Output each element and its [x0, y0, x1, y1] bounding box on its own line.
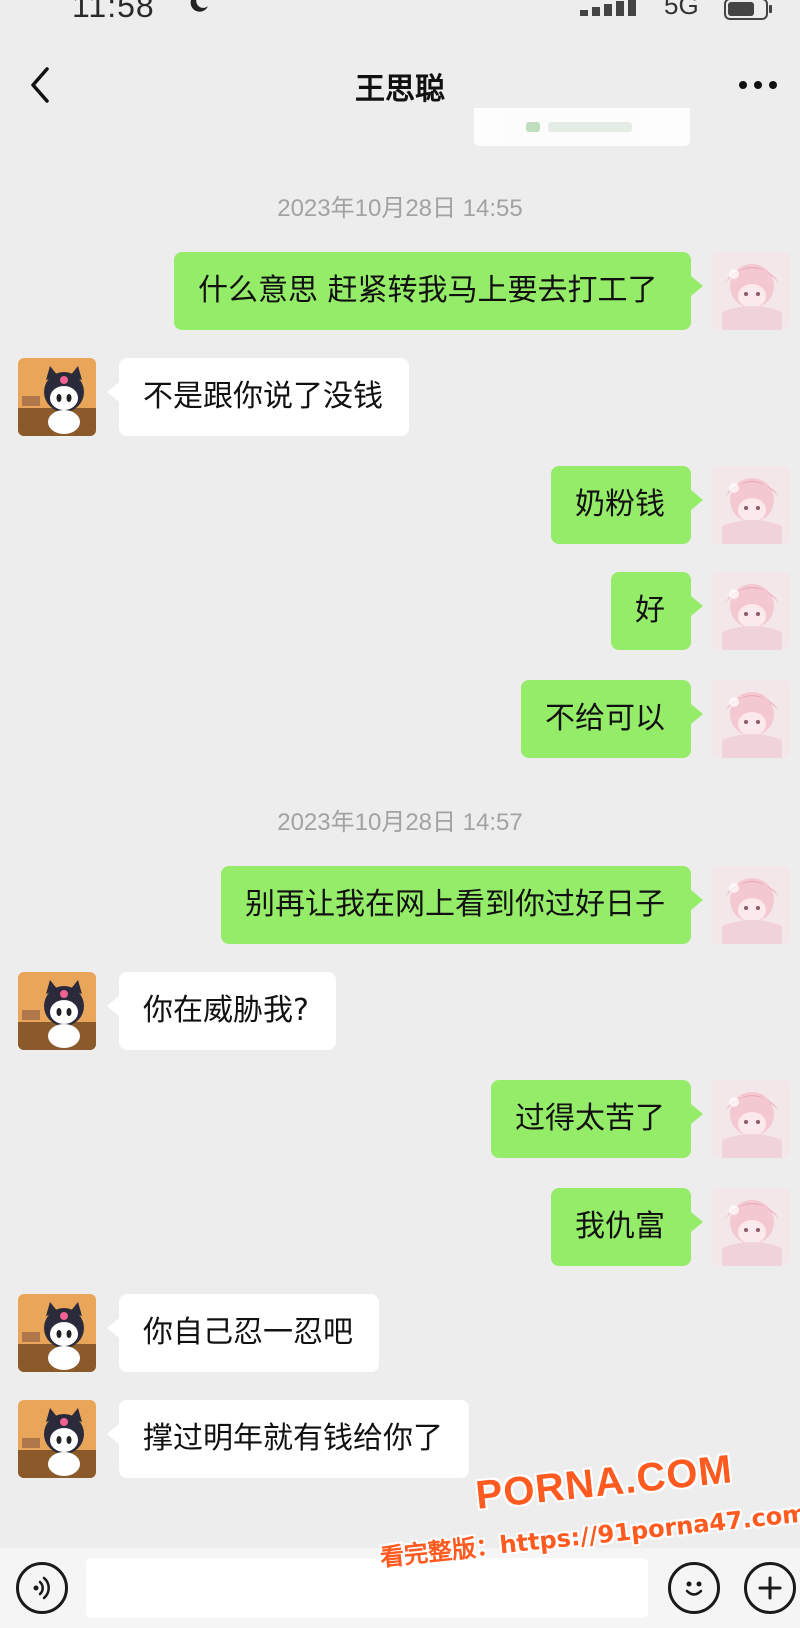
emoji-icon: [685, 1581, 703, 1596]
more-dots-icon: [739, 81, 777, 89]
chat-title: 王思聪: [355, 72, 445, 107]
voice-button[interactable]: [16, 1562, 68, 1614]
status-time: 11:58: [72, 0, 155, 24]
self-avatar[interactable]: [712, 572, 790, 650]
plus-icon: [758, 1576, 782, 1600]
sent-message-bubble[interactable]: 不给可以: [521, 680, 691, 758]
voice-icon: [33, 1576, 50, 1600]
moon-icon: [190, 0, 208, 12]
bubble-tail: [107, 382, 119, 402]
bubble-tail: [691, 704, 703, 724]
self-avatar[interactable]: [712, 680, 790, 758]
contact-avatar[interactable]: [18, 1400, 96, 1478]
card-icon: [526, 122, 540, 132]
message-input[interactable]: [86, 1558, 648, 1618]
battery-icon: [724, 0, 772, 20]
plus-button[interactable]: [744, 1562, 796, 1614]
card-text-placeholder: [548, 122, 632, 132]
self-avatar[interactable]: [712, 252, 790, 330]
received-message-bubble[interactable]: 你在威胁我?: [119, 972, 336, 1050]
self-avatar[interactable]: [712, 1188, 790, 1266]
bubble-tail: [691, 596, 703, 616]
bubble-tail: [107, 996, 119, 1016]
sent-message-bubble[interactable]: 什么意思 赶紧转我马上要去打工了: [174, 252, 691, 330]
more-button[interactable]: [734, 68, 782, 102]
bubble-tail: [107, 1424, 119, 1444]
received-message-bubble[interactable]: 撑过明年就有钱给你了: [119, 1400, 469, 1478]
sent-message-bubble[interactable]: 好: [611, 572, 691, 650]
self-avatar[interactable]: [712, 466, 790, 544]
network-label: 5G: [664, 0, 699, 20]
self-avatar[interactable]: [712, 1080, 790, 1158]
bubble-tail: [691, 1104, 703, 1124]
contact-avatar[interactable]: [18, 972, 96, 1050]
contact-avatar[interactable]: [18, 358, 96, 436]
sent-message-bubble[interactable]: 过得太苦了: [491, 1080, 691, 1158]
emoji-button[interactable]: [668, 1562, 720, 1614]
received-message-bubble[interactable]: 你自己忍一忍吧: [119, 1294, 379, 1372]
bubble-tail: [691, 890, 703, 910]
bubble-tail: [691, 1212, 703, 1232]
message-timestamp: 2023年10月28日 14:57: [277, 809, 523, 836]
sent-message-bubble[interactable]: 我仇富: [551, 1188, 691, 1266]
bubble-tail: [691, 276, 703, 296]
sent-message-bubble[interactable]: 别再让我在网上看到你过好日子: [221, 866, 691, 944]
previous-message-card[interactable]: [474, 108, 690, 146]
sent-message-bubble[interactable]: 奶粉钱: [551, 466, 691, 544]
status-bar: 11:58 5G: [0, 0, 800, 30]
contact-avatar[interactable]: [18, 1294, 96, 1372]
bubble-tail: [691, 490, 703, 510]
signal-icon: [580, 0, 636, 16]
message-timestamp: 2023年10月28日 14:55: [277, 195, 523, 222]
received-message-bubble[interactable]: 不是跟你说了没钱: [119, 358, 409, 436]
self-avatar[interactable]: [712, 866, 790, 944]
bubble-tail: [107, 1318, 119, 1338]
